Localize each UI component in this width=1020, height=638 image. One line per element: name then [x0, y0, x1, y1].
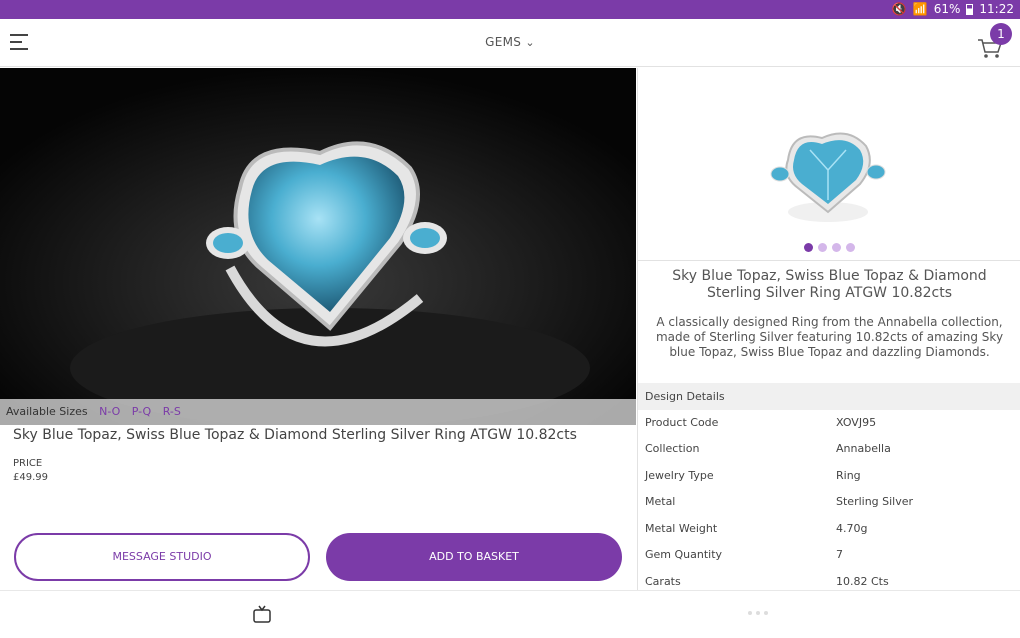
product-video[interactable]: [0, 68, 636, 425]
bottom-nav: [0, 590, 1020, 638]
add-to-basket-button[interactable]: ADD TO BASKET: [326, 533, 622, 581]
detail-label: Metal Weight: [645, 522, 718, 535]
battery-percent: 61%: [933, 2, 961, 16]
category-title: GEMS: [485, 35, 522, 49]
carousel-dots: [638, 243, 1020, 252]
detail-value: XOVJ95: [836, 416, 877, 429]
product-media-pane: Available Sizes N-O P-Q R-S Sky Blue Top…: [0, 68, 636, 590]
detail-description: A classically designed Ring from the Ann…: [655, 315, 1004, 359]
chevron-down-icon: ⌄: [525, 36, 535, 49]
detail-label: Carats: [645, 575, 681, 588]
detail-row: Collection Annabella: [638, 436, 1020, 462]
size-option[interactable]: R-S: [163, 405, 181, 418]
carousel-dot[interactable]: [818, 243, 827, 252]
detail-title: Sky Blue Topaz, Swiss Blue Topaz & Diamo…: [672, 268, 987, 301]
detail-value: Sterling Silver: [836, 495, 914, 508]
product-title: Sky Blue Topaz, Swiss Blue Topaz & Diamo…: [13, 427, 577, 443]
clock: 11:22: [979, 2, 1014, 16]
status-bar: 🔇 📶 61% 11:22: [0, 0, 1020, 19]
detail-row: Jewelry Type Ring: [638, 463, 1020, 489]
detail-label: Collection: [645, 442, 700, 455]
cart-count-badge: 1: [990, 23, 1012, 45]
size-option[interactable]: P-Q: [132, 405, 151, 418]
detail-value: 7: [836, 548, 843, 561]
divider: [638, 260, 1020, 261]
detail-value: 10.82 Cts: [836, 575, 889, 588]
menu-icon[interactable]: [10, 34, 30, 52]
wifi-icon: 📶: [912, 2, 928, 16]
product-detail-pane: Sky Blue Topaz, Swiss Blue Topaz & Diamo…: [637, 68, 1020, 590]
category-dropdown[interactable]: GEMS ⌄: [460, 35, 560, 49]
carousel-dot[interactable]: [846, 243, 855, 252]
detail-value: 4.70g: [836, 522, 868, 535]
available-sizes-label: Available Sizes: [6, 405, 88, 418]
ring-image: [0, 68, 636, 425]
detail-value: Annabella: [836, 442, 891, 455]
design-details-header: Design Details: [638, 383, 1020, 410]
detail-label: Product Code: [645, 416, 719, 429]
carousel-dot[interactable]: [804, 243, 813, 252]
battery-icon: [966, 3, 974, 15]
message-studio-button[interactable]: MESSAGE STUDIO: [14, 533, 310, 581]
detail-label: Gem Quantity: [645, 548, 723, 561]
cart-button[interactable]: 1: [977, 23, 1017, 63]
detail-row: Product Code XOVJ95: [638, 410, 1020, 436]
price-label: PRICE: [13, 458, 43, 469]
more-icon[interactable]: [747, 610, 769, 616]
size-option[interactable]: N-O: [99, 405, 120, 418]
tv-icon[interactable]: [253, 605, 271, 623]
price-value: £49.99: [13, 472, 48, 483]
detail-row: Gem Quantity 7: [638, 542, 1020, 568]
detail-row: Carats 10.82 Cts: [638, 569, 1020, 590]
detail-row: Metal Sterling Silver: [638, 489, 1020, 515]
available-sizes-bar: Available Sizes N-O P-Q R-S: [0, 399, 636, 425]
app-header: GEMS ⌄ 1: [0, 19, 1020, 67]
product-thumbnail[interactable]: [766, 120, 890, 230]
detail-label: Jewelry Type: [645, 469, 714, 482]
detail-row: Metal Weight 4.70g: [638, 516, 1020, 542]
mute-icon: 🔇: [891, 2, 907, 16]
carousel-dot[interactable]: [832, 243, 841, 252]
detail-value: Ring: [836, 469, 861, 482]
detail-label: Metal: [645, 495, 676, 508]
